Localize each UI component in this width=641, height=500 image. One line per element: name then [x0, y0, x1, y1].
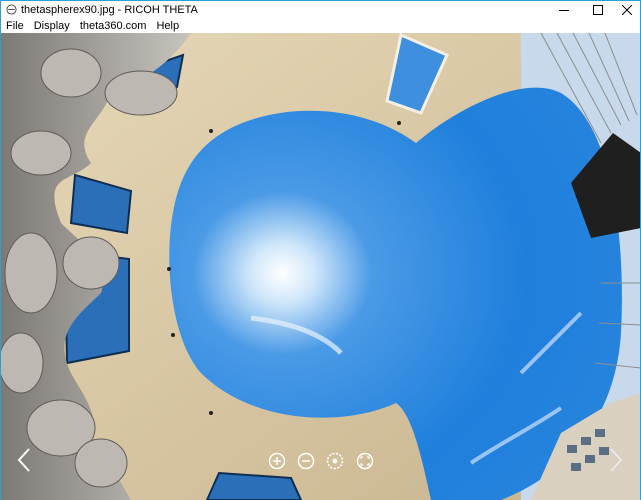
menu-theta360[interactable]: theta360.com	[75, 19, 152, 33]
zoom-in-button[interactable]	[267, 451, 287, 471]
auto-rotate-icon	[326, 452, 344, 470]
spherical-photo	[1, 33, 640, 500]
auto-rotate-button[interactable]	[325, 451, 345, 471]
title-bar[interactable]: thetaspherex90.jpg - RICOH THETA	[1, 1, 640, 19]
window-title: thetaspherex90.jpg - RICOH THETA	[21, 4, 198, 16]
spherical-image-viewer[interactable]	[1, 33, 640, 500]
zoom-out-icon	[297, 452, 315, 470]
minimize-button[interactable]	[549, 1, 579, 19]
menu-help[interactable]: Help	[151, 19, 184, 33]
close-icon	[622, 5, 632, 15]
menu-file[interactable]: File	[1, 19, 29, 33]
maximize-button[interactable]	[583, 1, 613, 19]
fullscreen-icon	[356, 452, 374, 470]
menu-bar: File Display theta360.com Help	[1, 19, 640, 33]
maximize-icon	[593, 5, 603, 15]
bottom-window	[205, 471, 303, 500]
chevron-right-icon[interactable]	[607, 447, 625, 473]
fullscreen-button[interactable]	[355, 451, 375, 471]
zoom-out-button[interactable]	[296, 451, 316, 471]
theta-app-icon	[6, 4, 17, 15]
chevron-left-icon[interactable]	[15, 447, 33, 473]
app-window: thetaspherex90.jpg - RICOH THETA File Di…	[0, 0, 641, 500]
menu-display[interactable]: Display	[29, 19, 75, 33]
close-button[interactable]	[612, 1, 641, 19]
viewer-controls	[267, 451, 379, 471]
zoom-in-icon	[268, 452, 286, 470]
minimize-icon	[559, 10, 569, 11]
